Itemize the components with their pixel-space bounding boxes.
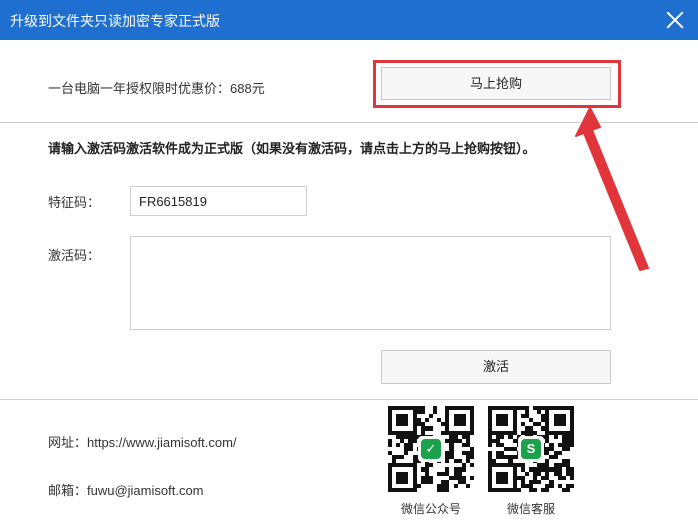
qr-caption-official: 微信公众号 — [400, 502, 461, 516]
activation-code-label: 激活码： — [48, 248, 101, 263]
activate-button[interactable]: 激活 — [381, 350, 611, 384]
close-icon[interactable] — [664, 9, 686, 31]
activation-instruction: 请输入激活码激活软件成为正式版（如果没有激活码，请点击上方的马上抢购按钮）。 — [48, 141, 536, 156]
window-title: 升级到文件夹只读加密专家正式版 — [10, 13, 220, 29]
title-bar: 升级到文件夹只读加密专家正式版 — [0, 0, 698, 40]
qr-card-service: S 微信客服 — [484, 402, 578, 520]
wechat-service-icon: S — [518, 436, 544, 462]
website-text: 网址：https://www.jiamisoft.com/ — [48, 435, 237, 450]
buy-now-button[interactable]: 马上抢购 — [381, 67, 611, 100]
divider — [0, 122, 698, 123]
qr-card-official: ✓ 微信公众号 — [384, 402, 478, 520]
qr-module — [469, 487, 474, 492]
feature-code-label: 特征码： — [48, 195, 101, 210]
email-text: 邮箱：fuwu@jiamisoft.com — [48, 483, 204, 498]
divider — [0, 399, 698, 400]
qr-module — [569, 487, 574, 492]
offer-section: 一台电脑一年授权限时优惠价：688元 马上抢购 — [0, 40, 698, 122]
qr-caption-service: 微信客服 — [506, 502, 555, 516]
feature-code-field[interactable] — [130, 186, 307, 216]
price-text: 一台电脑一年授权限时优惠价：688元 — [48, 81, 265, 96]
wechat-official-icon: ✓ — [418, 436, 444, 462]
activation-code-field[interactable] — [130, 236, 611, 330]
